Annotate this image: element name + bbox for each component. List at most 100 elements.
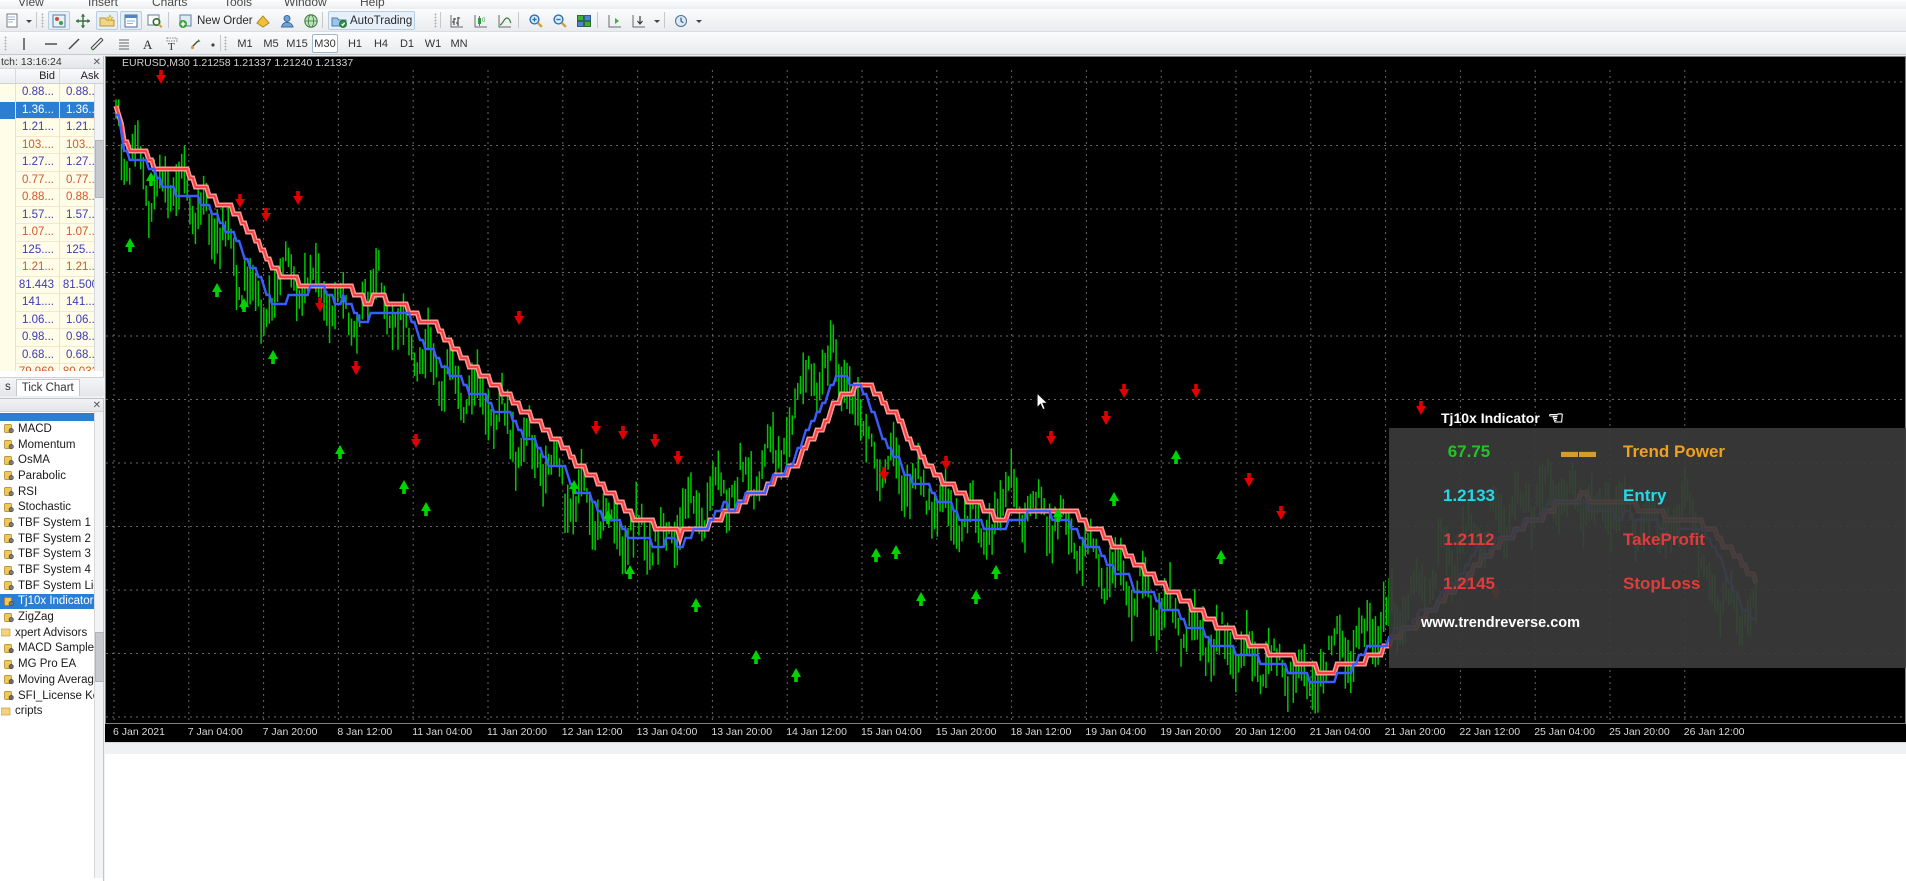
arrows-dropdown[interactable] [206,34,218,53]
navigator-item-tbf-system-2[interactable]: TBF System 2 [0,531,103,547]
fibonacci-button[interactable] [113,34,135,53]
candlestick-button[interactable]: 0 [470,11,492,30]
scrollbar-thumb[interactable] [95,140,104,198]
market-watch-row[interactable]: 0.88... 0.88... [0,84,103,102]
navigator-item-macd[interactable]: MACD [0,421,103,437]
market-watch-scrollbar[interactable] [94,84,104,371]
equidistant-channel-button[interactable] [86,34,108,53]
timeframe-d1[interactable]: D1 [394,34,420,53]
profiles-button[interactable] [48,11,70,30]
navigator-scrollbar[interactable] [94,412,104,878]
timeframe-m15[interactable]: M15 [284,34,310,53]
tab-symbols[interactable]: s [0,379,16,396]
navigator-item-sfi-license-key[interactable]: SFI_License Key [0,688,103,704]
timeframe-h4[interactable]: H4 [368,34,394,53]
line-chart-button[interactable] [494,11,516,30]
market-watch-row[interactable]: 1.21... 1.21... [0,119,103,137]
terminal-button[interactable] [120,11,142,30]
zoom-in-button[interactable] [525,11,547,30]
expert-advisor-button[interactable] [276,11,298,30]
bid-cell: 0.98... [16,329,60,347]
close-icon[interactable]: ✕ [93,56,101,68]
main-toolbar: New Order AutoTrading 0 [0,9,1906,32]
trendline-button[interactable] [63,34,85,53]
crosshair-button[interactable] [72,11,94,30]
navigator-item-cripts[interactable]: cripts [0,703,103,719]
timeframe-mn[interactable]: MN [446,34,472,53]
menu-item-charts[interactable]: Charts [152,0,187,9]
menu-item-tools[interactable]: Tools [224,0,252,9]
market-watch-row[interactable]: 0.68... 0.68... [0,346,103,364]
market-watch-row[interactable]: 103.... 103.... [0,136,103,154]
scrollbar-thumb[interactable] [95,632,104,682]
menu-item-view[interactable]: View [18,0,44,9]
auto-scroll-dropdown[interactable] [650,11,662,30]
navigator-item-tbf-system-1[interactable]: TBF System 1 [0,515,103,531]
navigator-item-macd-sample[interactable]: MACD Sample [0,641,103,657]
bar-chart-button[interactable] [446,11,468,30]
market-watch-row[interactable]: 1.27... 1.27... [0,154,103,172]
mouse-cursor [1036,391,1050,417]
menu-item-window[interactable]: Window [284,0,327,9]
navigator-item-tj10x-indicator[interactable]: Tj10x Indicator [0,593,103,610]
buy-arrow-icon [1216,550,1226,564]
navigator-item-osma[interactable]: OsMA [0,452,103,468]
market-watch-row[interactable]: 1.36... 1.36... [0,101,103,119]
new-chart-dropdown[interactable] [22,11,34,30]
navigator-scrolled-item[interactable] [0,413,103,421]
market-watch-row[interactable]: 0.98... 0.98... [0,329,103,347]
timeframe-m30[interactable]: M30 [312,34,338,53]
new-order-button[interactable]: New Order [175,11,256,30]
text-button[interactable]: A [137,34,159,53]
indicators-button[interactable] [670,11,692,30]
text-label-button[interactable]: T [161,34,183,53]
metaeditor-button[interactable] [252,11,274,30]
market-watch-row[interactable]: 1.21... 1.21... [0,259,103,277]
menu-item-insert[interactable]: Insert [88,0,118,9]
x-axis-label: 21 Jan 20:00 [1384,726,1446,738]
market-watch-row[interactable]: 1.06... 1.06... [0,311,103,329]
market-watch-row[interactable]: 1.57... 1.57... [0,206,103,224]
timeframe-m5[interactable]: M5 [258,34,284,53]
horizontal-line-button[interactable] [40,34,62,53]
market-watch-row[interactable]: 141.... 141.... [0,294,103,312]
navigator-item-parabolic[interactable]: Parabolic [0,468,103,484]
navigator-item-mg-pro-ea[interactable]: MG Pro EA [0,656,103,672]
market-watch-row[interactable]: 0.88... 0.88... [0,189,103,207]
navigator-item-xpert-advisors[interactable]: xpert Advisors [0,625,103,641]
autotrading-button[interactable]: AutoTrading [328,11,416,30]
timeframe-h1[interactable]: H1 [342,34,368,53]
navigator-item-tbf-system-4[interactable]: TBF System 4 [0,562,103,578]
cursor-tool-button[interactable] [16,34,38,53]
tab-tick-chart[interactable]: Tick Chart [15,379,80,396]
tile-windows-button[interactable] [573,11,595,30]
navigator-list[interactable]: MACD Momentum OsMA Parabolic RSI Stochastic TB… [0,412,103,878]
close-icon[interactable]: ✕ [93,399,101,411]
market-watch-row[interactable]: 79.96980.032 [0,364,103,371]
navigator-item-stochastic[interactable]: Stochastic [0,499,103,515]
navigator-button[interactable] [96,11,118,30]
menu-item-help[interactable]: Help [360,0,385,9]
navigator-item-moving-averag[interactable]: Moving Averag [0,672,103,688]
navigator-item-momentum[interactable]: Momentum [0,437,103,453]
navigator-item-tbf-system-3[interactable]: TBF System 3 [0,547,103,563]
market-watch-row[interactable]: 0.77... 0.77... [0,171,103,189]
market-watch-row[interactable]: 81.443 81.500 [0,276,103,294]
market-watch-row[interactable]: 125.... 125.... [0,241,103,259]
navigator-item-rsi[interactable]: RSI [0,484,103,500]
globe-button[interactable] [300,11,322,30]
chart-shift-button[interactable] [604,11,626,30]
market-watch-row[interactable]: 1.07... 1.07... [0,224,103,242]
arrows-button[interactable] [185,34,207,53]
market-watch-rows[interactable]: 0.88... 0.88... 1.36... 1.36... 1.21... 1.21.… [0,84,103,371]
new-chart-button[interactable] [2,11,24,30]
timeframe-w1[interactable]: W1 [420,34,446,53]
chart-horizontal-scrollbar[interactable] [105,742,1906,754]
zoom-out-button[interactable] [549,11,571,30]
navigator-item-zigzag[interactable]: ZigZag [0,609,103,625]
auto-scroll-button[interactable] [628,11,650,30]
indicators-dropdown[interactable] [692,11,704,30]
navigator-item-tbf-system-lice[interactable]: TBF System Lice [0,578,103,594]
timeframe-m1[interactable]: M1 [232,34,258,53]
strategy-tester-button[interactable] [144,11,166,30]
